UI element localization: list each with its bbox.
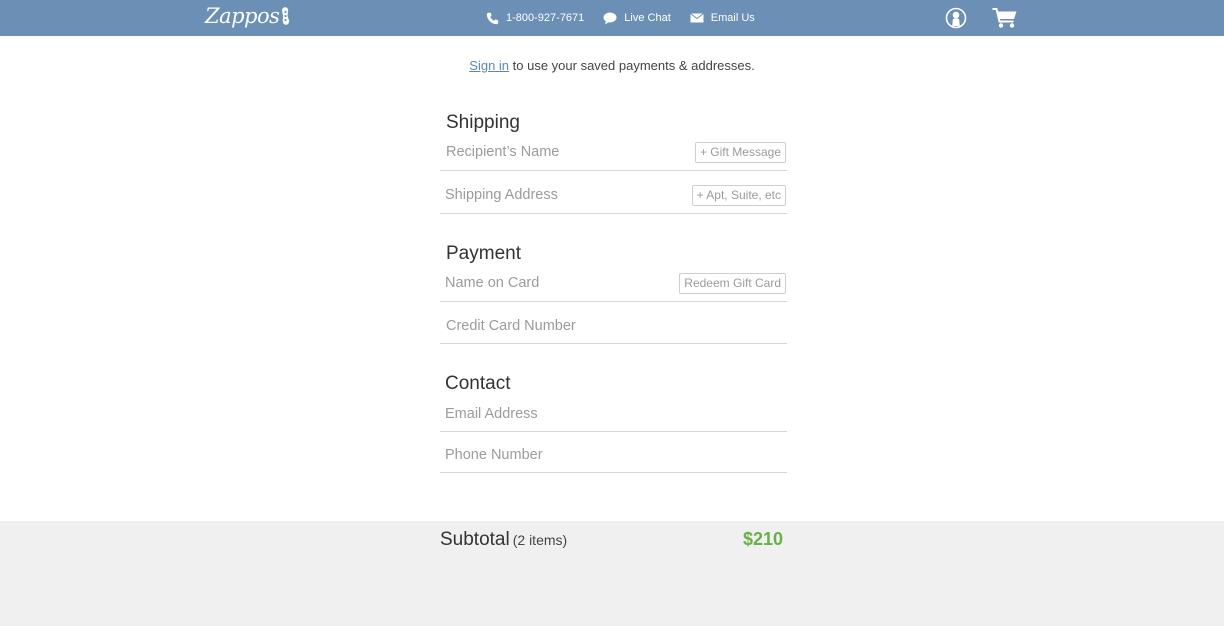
live-chat-link[interactable]: Live Chat — [603, 12, 671, 25]
gift-message-button[interactable]: + Gift Message — [694, 142, 786, 163]
logo-text: Zappos — [205, 4, 280, 28]
credit-card-number-input[interactable] — [446, 303, 686, 349]
phone-number-input[interactable] — [445, 433, 685, 477]
subtotal-label: Subtotal (2 items) — [440, 529, 567, 551]
cart-icon[interactable] — [992, 7, 1018, 29]
chat-bubble-icon — [603, 12, 617, 24]
logo-shoe-icon — [281, 5, 290, 27]
name-on-card-input[interactable] — [445, 262, 685, 304]
recipient-name-input[interactable] — [446, 132, 686, 171]
phone-link[interactable]: 1-800-927-7671 — [486, 12, 584, 25]
redeem-gift-card-button[interactable]: Redeem Gift Card — [679, 273, 786, 294]
phone-number: 1-800-927-7671 — [506, 12, 585, 24]
signin-link[interactable]: Sign in — [469, 58, 509, 73]
shipping-address-input[interactable] — [445, 172, 685, 218]
email-us-link[interactable]: Email Us — [689, 12, 755, 24]
subtotal-text: Subtotal — [440, 529, 510, 550]
signin-prompt: Sign in to use your saved payments & add… — [0, 58, 1224, 73]
item-count: (2 items) — [512, 532, 568, 548]
apt-suite-button[interactable]: + Apt, Suite, etc — [691, 185, 786, 206]
order-summary: Subtotal (2 items) $210 — [0, 521, 1224, 626]
phone-icon — [486, 12, 499, 24]
contact-strip: 1-800-927-7671 Live Chat Email Us — [486, 0, 774, 36]
account-icon[interactable] — [945, 7, 967, 29]
name-on-card-field: Redeem Gift Card — [440, 262, 787, 304]
phone-number-field — [440, 433, 787, 477]
email-us-label: Email Us — [710, 12, 755, 24]
envelope-icon — [689, 13, 704, 23]
email-address-input[interactable] — [445, 392, 685, 435]
live-chat-label: Live Chat — [624, 12, 671, 24]
top-header: Zappos 1-800-927-7671 Live Chat Email Us — [0, 0, 1224, 36]
recipient-name-field: + Gift Message — [440, 132, 787, 171]
subtotal-price: $210 — [743, 529, 784, 549]
shipping-title: Shipping — [446, 112, 520, 133]
shipping-address-field: + Apt, Suite, etc — [440, 172, 787, 218]
credit-card-number-field — [440, 303, 787, 349]
zappos-logo[interactable]: Zappos — [205, 4, 290, 28]
signin-text: to use your saved payments & addresses. — [509, 58, 755, 73]
email-address-field — [440, 392, 787, 435]
